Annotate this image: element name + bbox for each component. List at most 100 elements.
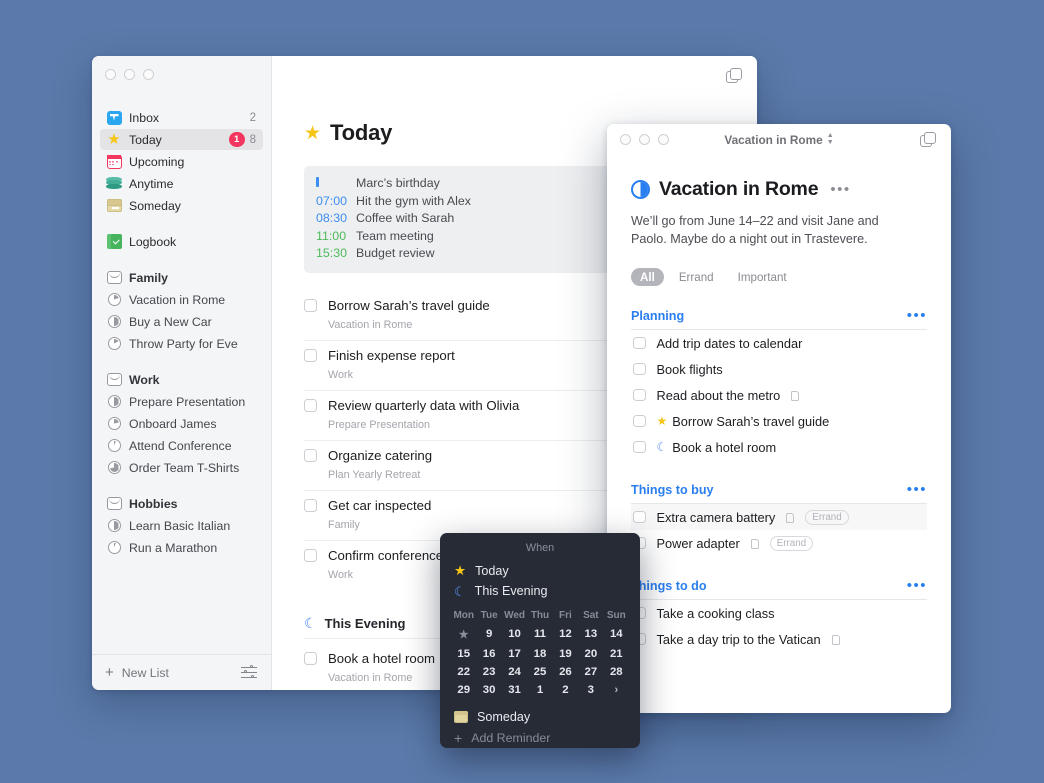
weekday-wed: Wed — [504, 610, 526, 621]
when-option-today[interactable]: ★ Today — [440, 561, 640, 581]
sidebar-project-attend-conference[interactable]: Attend Conference — [100, 435, 263, 456]
task-tag[interactable]: Errand — [769, 535, 814, 551]
task-checkbox[interactable] — [633, 440, 646, 454]
sidebar-project-label: Run a Marathon — [129, 540, 218, 555]
task-checkbox[interactable] — [304, 651, 317, 665]
calendar-day[interactable]: 9 — [476, 625, 501, 644]
calendar-day[interactable]: 24 — [502, 663, 527, 681]
list-item[interactable]: Power adapter Errand — [631, 530, 927, 556]
sidebar-item-count: 2 — [249, 111, 256, 124]
calendar-day[interactable]: 31 — [502, 681, 527, 699]
sidebar-item-someday[interactable]: Someday — [100, 195, 263, 216]
area-icon — [106, 496, 122, 512]
calendar-day[interactable]: 15 — [451, 644, 476, 662]
list-item[interactable]: Book flights — [631, 356, 927, 382]
calendar-day[interactable]: 20 — [578, 644, 603, 662]
calendar-day[interactable]: 23 — [476, 663, 501, 681]
task-checkbox[interactable] — [304, 448, 317, 462]
list-item[interactable]: ☾ Book a hotel room — [631, 434, 927, 460]
next-month-button[interactable]: › — [604, 681, 629, 699]
task-checkbox[interactable] — [633, 414, 646, 428]
section-more-button[interactable]: ••• — [907, 482, 927, 497]
list-item[interactable]: Add trip dates to calendar — [631, 330, 927, 356]
calendar-day[interactable]: 25 — [527, 663, 552, 681]
zoom-button[interactable] — [143, 69, 154, 80]
calendar-day[interactable]: 3 — [578, 681, 603, 699]
project-note[interactable]: We’ll go from June 14–22 and visit Jane … — [631, 212, 911, 248]
sidebar-project-vacation-in-rome[interactable]: Vacation in Rome — [100, 289, 263, 310]
section-title: Things to buy — [631, 482, 714, 497]
task-checkbox[interactable] — [633, 510, 646, 524]
task-checkbox[interactable] — [304, 298, 317, 312]
list-item[interactable]: Read about the metro — [631, 382, 927, 408]
calendar-day[interactable]: 10 — [502, 625, 527, 644]
project-more-button[interactable]: ••• — [830, 182, 850, 197]
duplicate-window-icon[interactable] — [920, 132, 937, 148]
task-checkbox[interactable] — [304, 348, 317, 362]
sliders-icon[interactable] — [241, 665, 257, 679]
task-checkbox[interactable] — [633, 388, 646, 402]
calendar-day[interactable]: 13 — [578, 625, 603, 644]
sidebar-area-work[interactable]: Work — [100, 369, 263, 390]
sidebar-item-anytime[interactable]: Anytime — [100, 173, 263, 194]
task-checkbox[interactable] — [304, 398, 317, 412]
calendar-day[interactable]: 11 — [527, 625, 552, 644]
calendar-day[interactable]: 17 — [502, 644, 527, 662]
sidebar-item-upcoming[interactable]: Upcoming — [100, 151, 263, 172]
calendar-day[interactable]: 22 — [451, 663, 476, 681]
list-item[interactable]: Take a day trip to the Vatican — [631, 626, 927, 652]
tag-important[interactable]: Important — [729, 268, 796, 286]
calendar-day[interactable]: 28 — [604, 663, 629, 681]
task-checkbox[interactable] — [304, 548, 317, 562]
sidebar-item-logbook[interactable]: Logbook — [100, 231, 263, 252]
calendar-day[interactable]: 27 — [578, 663, 603, 681]
task-checkbox[interactable] — [633, 336, 646, 350]
sidebar-project-learn-basic-italian[interactable]: Learn Basic Italian — [100, 515, 263, 536]
tag-errand[interactable]: Errand — [670, 268, 723, 286]
sidebar-project-label: Prepare Presentation — [129, 394, 246, 409]
sidebar-item-today[interactable]: ★ Today 1 8 — [100, 129, 263, 150]
task-tag[interactable]: Errand — [805, 509, 849, 525]
task-checkbox[interactable] — [304, 498, 317, 512]
new-list-button[interactable]: + New List — [105, 665, 169, 680]
sidebar-project-label: Vacation in Rome — [129, 292, 226, 307]
section-things-to-buy: Things to buy ••• Extra camera battery E… — [631, 482, 927, 556]
calendar-day[interactable]: 30 — [476, 681, 501, 699]
add-reminder-button[interactable]: + Add Reminder — [440, 727, 640, 745]
calendar-day[interactable]: 16 — [476, 644, 501, 662]
sidebar-item-inbox[interactable]: Inbox 2 — [100, 107, 263, 128]
tag-all[interactable]: All — [631, 268, 664, 286]
chevron-updown-icon[interactable]: ▲ ▼ — [827, 132, 834, 146]
sidebar-area-hobbies[interactable]: Hobbies — [100, 493, 263, 514]
calendar-day[interactable]: 1 — [527, 681, 552, 699]
task-checkbox[interactable] — [633, 362, 646, 376]
calendar-day[interactable]: 2 — [553, 681, 578, 699]
calendar-day[interactable]: 21 — [604, 644, 629, 662]
list-item[interactable]: Extra camera battery Errand — [631, 504, 927, 530]
list-item[interactable]: ★ Borrow Sarah’s travel guide — [631, 408, 927, 434]
sidebar-project-run-a-marathon[interactable]: Run a Marathon — [100, 537, 263, 558]
calendar-day[interactable]: 29 — [451, 681, 476, 699]
calendar-day[interactable]: 26 — [553, 663, 578, 681]
calendar-day[interactable]: 19 — [553, 644, 578, 662]
sidebar-project-order-team-t-shirts[interactable]: Order Team T-Shirts — [100, 457, 263, 478]
calendar-day-today[interactable]: ★ — [451, 625, 476, 644]
sidebar-project-onboard-james[interactable]: Onboard James — [100, 413, 263, 434]
sidebar-area-family[interactable]: Family — [100, 267, 263, 288]
when-option-someday[interactable]: Someday — [440, 707, 640, 727]
section-more-button[interactable]: ••• — [907, 308, 927, 323]
section-more-button[interactable]: ••• — [907, 578, 927, 593]
when-option-this-evening[interactable]: ☾ This Evening — [440, 581, 640, 601]
list-item[interactable]: Take a cooking class — [631, 600, 927, 626]
traffic-lights[interactable] — [92, 56, 271, 94]
calendar-day[interactable]: 14 — [604, 625, 629, 644]
sidebar-project-throw-party-for-eve[interactable]: Throw Party for Eve — [100, 333, 263, 354]
calendar-day[interactable]: 12 — [553, 625, 578, 644]
duplicate-window-icon[interactable] — [726, 68, 743, 84]
minimize-button[interactable] — [124, 69, 135, 80]
sidebar-project-buy-a-new-car[interactable]: Buy a New Car — [100, 311, 263, 332]
close-button[interactable] — [105, 69, 116, 80]
calendar-day[interactable]: 18 — [527, 644, 552, 662]
sidebar-project-prepare-presentation[interactable]: Prepare Presentation — [100, 391, 263, 412]
